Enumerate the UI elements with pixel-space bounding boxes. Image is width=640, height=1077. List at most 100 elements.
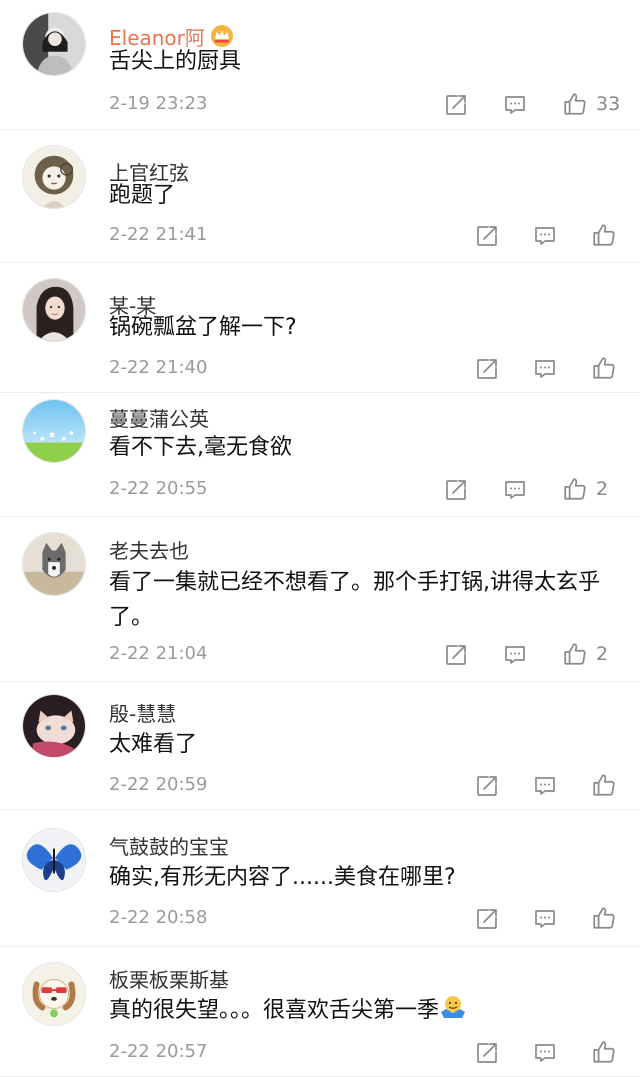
avatar[interactable] [22, 694, 86, 758]
author-name-text: 蔓蔓蒲公英 [109, 407, 209, 431]
comment-button[interactable] [503, 642, 527, 668]
comment-text: 跑题了 [109, 178, 620, 213]
repost-button[interactable] [444, 92, 468, 118]
comment-button[interactable] [533, 773, 557, 799]
like-button[interactable] [591, 355, 617, 381]
comment-timestamp: 2-22 21:40 [109, 357, 208, 378]
comment-button[interactable] [533, 223, 557, 249]
comment-timestamp: 2-19 23:23 [109, 93, 208, 114]
comment-icon [533, 774, 557, 798]
comment-list: Eleanor阿 舌尖上的厨具 2-19 23:23 33 上官红弦 跑题了 2-22 21… [0, 0, 640, 1077]
repost-button[interactable] [444, 477, 468, 503]
like-button[interactable] [591, 222, 617, 248]
comment-icon [503, 478, 527, 502]
comment-timestamp: 2-22 21:04 [109, 643, 208, 664]
thumbs-up-icon [562, 91, 588, 117]
comment-text-content: 舌尖上的厨具 [109, 49, 242, 74]
author-name-text: 气鼓鼓的宝宝 [109, 835, 229, 859]
thumbs-up-icon [591, 222, 617, 248]
author-name[interactable]: 老夫去也 [109, 535, 189, 564]
comment-item: Eleanor阿 舌尖上的厨具 2-19 23:23 33 [0, 0, 640, 130]
comment-icon [503, 643, 527, 667]
avatar[interactable] [22, 828, 86, 892]
repost-icon [475, 1041, 499, 1065]
comment-text: 太难看了 [109, 727, 620, 762]
like-button[interactable]: 33 [562, 91, 620, 117]
comment-button[interactable] [533, 1040, 557, 1066]
repost-icon [475, 907, 499, 931]
comment-text-content: 锅碗瓢盆了解一下? [109, 315, 297, 340]
comment-item: 气鼓鼓的宝宝确实,有形无内容了......美食在哪里? 2-22 20:58 [0, 810, 640, 947]
comment-text: 舌尖上的厨具 [109, 44, 620, 79]
comment-button[interactable] [533, 356, 557, 382]
comment-icon [533, 357, 557, 381]
thumbs-up-icon [562, 476, 588, 502]
author-name[interactable]: 板栗板栗斯基 [109, 964, 229, 993]
repost-button[interactable] [475, 773, 499, 799]
author-name[interactable]: 蔓蔓蒲公英 [109, 403, 209, 432]
comment-text-content: 看不下去,毫无食欲 [109, 435, 292, 460]
author-name[interactable]: 殷-慧慧 [109, 698, 176, 727]
thumbs-up-icon [591, 772, 617, 798]
like-button[interactable] [591, 905, 617, 931]
comment-item: 上官红弦 跑题了 2-22 21:41 [0, 130, 640, 263]
author-name-text: 老夫去也 [109, 539, 189, 563]
repost-icon [444, 93, 468, 117]
comment-text: 看了一集就已经不想看了。那个手打锅,讲得太玄乎了。 [109, 565, 620, 635]
author-name-text: 殷-慧慧 [109, 702, 177, 726]
thumbs-up-icon [562, 641, 588, 667]
thumbs-up-icon [591, 355, 617, 381]
thumbs-up-icon [591, 1039, 617, 1065]
repost-icon [475, 224, 499, 248]
avatar[interactable] [22, 12, 86, 76]
comment-text-content: 跑题了 [109, 183, 176, 208]
like-count: 33 [596, 93, 621, 115]
repost-button[interactable] [475, 1040, 499, 1066]
comment-text: 锅碗瓢盆了解一下? [109, 310, 620, 345]
comment-text-content: 确实,有形无内容了......美食在哪里? [109, 865, 456, 890]
comment-item: 板栗板栗斯基 真的很失望。。。很喜欢舌尖第一季 2-22 20:57 [0, 947, 640, 1077]
comment-item: 蔓蔓蒲公英看不下去,毫无食欲 2-22 20:55 2 [0, 393, 640, 517]
repost-button[interactable] [444, 642, 468, 668]
comment-text-content: 太难看了 [109, 732, 198, 757]
comment-button[interactable] [503, 92, 527, 118]
avatar[interactable] [22, 278, 86, 342]
comment-text-content: 看了一集就已经不想看了。那个手打锅,讲得太玄乎了。 [109, 570, 600, 630]
repost-icon [475, 357, 499, 381]
comment-timestamp: 2-22 20:58 [109, 907, 208, 928]
repost-button[interactable] [475, 356, 499, 382]
comment-timestamp: 2-22 21:41 [109, 224, 208, 245]
avatar[interactable] [22, 145, 86, 209]
comment-text: 看不下去,毫无食欲 [109, 430, 620, 465]
comment-timestamp: 2-22 20:57 [109, 1041, 208, 1062]
author-name[interactable]: 气鼓鼓的宝宝 [109, 831, 229, 860]
comment-icon [503, 93, 527, 117]
repost-button[interactable] [475, 906, 499, 932]
like-button[interactable] [591, 1039, 617, 1065]
comment-icon [533, 1041, 557, 1065]
comment-timestamp: 2-22 20:59 [109, 774, 208, 795]
comment-button[interactable] [503, 477, 527, 503]
comment-item: 老夫去也看了一集就已经不想看了。那个手打锅,讲得太玄乎了。 2-22 21:04 2 [0, 517, 640, 682]
comment-item: 殷-慧慧太难看了 2-22 20:59 [0, 682, 640, 810]
repost-button[interactable] [475, 223, 499, 249]
comment-item: 某-某 锅碗瓢盆了解一下? 2-22 21:40 [0, 263, 640, 393]
comment-text: 确实,有形无内容了......美食在哪里? [109, 860, 620, 895]
thumbs-up-icon [591, 905, 617, 931]
comment-button[interactable] [533, 906, 557, 932]
avatar[interactable] [22, 962, 86, 1026]
comment-text: 真的很失望。。。很喜欢舌尖第一季 [109, 993, 620, 1028]
repost-icon [475, 774, 499, 798]
shrug-emoji-icon [439, 996, 467, 1023]
comment-icon [533, 224, 557, 248]
repost-icon [444, 643, 468, 667]
like-button[interactable] [591, 772, 617, 798]
like-button[interactable]: 2 [562, 476, 608, 502]
avatar[interactable] [22, 532, 86, 596]
avatar[interactable] [22, 399, 86, 463]
comment-timestamp: 2-22 20:55 [109, 478, 208, 499]
comment-icon [533, 907, 557, 931]
like-button[interactable]: 2 [562, 641, 608, 667]
like-count: 2 [596, 643, 609, 665]
author-name-text: 板栗板栗斯基 [109, 968, 229, 992]
